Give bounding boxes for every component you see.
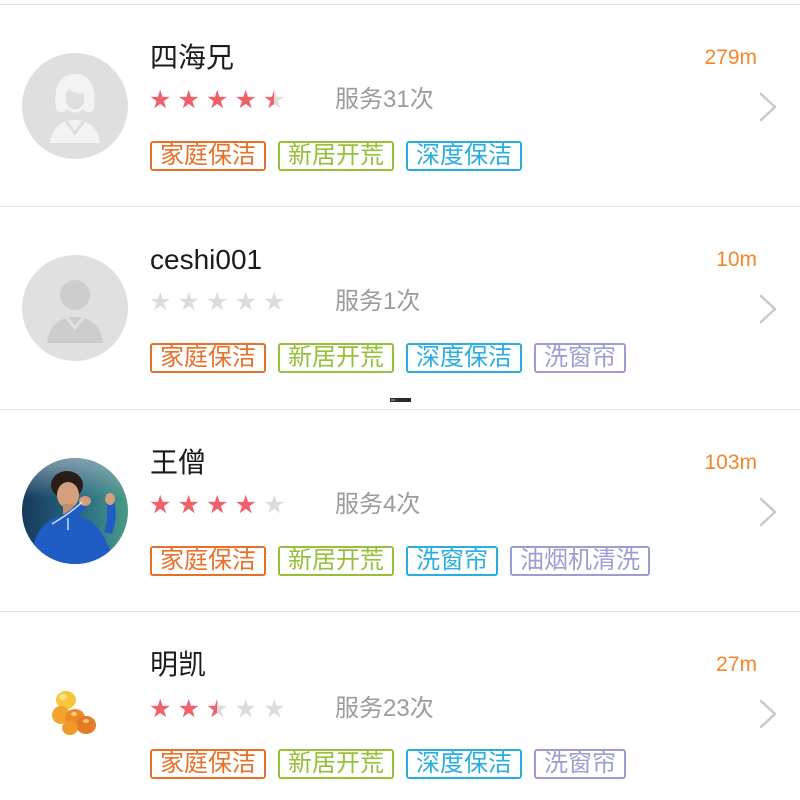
star-icon: ★★ bbox=[234, 287, 257, 316]
service-tag: 新居开荒 bbox=[278, 141, 394, 171]
service-tags: 家庭保洁 新居开荒 深度保洁 洗窗帘 bbox=[150, 343, 638, 373]
service-tag: 家庭保洁 bbox=[150, 343, 266, 373]
service-count: 服务31次 bbox=[335, 86, 434, 113]
service-tag: 新居开荒 bbox=[278, 749, 394, 779]
worker-name: 四海兄 bbox=[150, 42, 235, 73]
worker-list-item[interactable]: 明凯 27m ★★★★★★★★★★ 服务23次 家庭保洁新居开荒深度保洁洗窗帘 bbox=[0, 611, 800, 800]
star-icon: ★★ bbox=[149, 85, 172, 114]
star-icon: ★★ bbox=[263, 287, 286, 316]
distance-label: 27m bbox=[716, 653, 757, 676]
star-icon: ★★ bbox=[149, 694, 172, 723]
star-icon: ★★ bbox=[177, 287, 200, 316]
star-icon: ★★ bbox=[177, 694, 200, 723]
distance-label: 279m bbox=[704, 46, 757, 69]
service-tag: 洗窗帘 bbox=[534, 749, 626, 779]
star-icon: ★★ bbox=[234, 694, 257, 723]
service-tags: 家庭保洁 新居开荒 深度保洁 洗窗帘 bbox=[150, 749, 638, 779]
chevron-right-icon bbox=[759, 294, 777, 324]
chevron-right-icon bbox=[759, 92, 777, 122]
service-tag: 洗窗帘 bbox=[534, 343, 626, 373]
star-rating: ★★★★★★★★★★ bbox=[149, 86, 292, 114]
distance-label: 10m bbox=[716, 248, 757, 271]
service-tag: 深度保洁 bbox=[406, 141, 522, 171]
service-tags: 家庭保洁 新居开荒 洗窗帘 油烟机清洗 bbox=[150, 546, 662, 576]
star-icon: ★★ bbox=[206, 694, 229, 723]
star-icon: ★★ bbox=[234, 490, 257, 519]
star-icon: ★★ bbox=[206, 85, 229, 114]
user-photo-avatar bbox=[22, 458, 128, 564]
chevron-right-icon bbox=[759, 497, 777, 527]
star-icon: ★★ bbox=[263, 85, 286, 114]
distance-label: 103m bbox=[704, 451, 757, 474]
star-icon: ★★ bbox=[206, 490, 229, 519]
star-icon: ★★ bbox=[177, 85, 200, 114]
worker-list: 四海兄 279m ★★★★★★★★★★ 服务31次 家庭保洁新居开荒深度保洁 c… bbox=[0, 0, 800, 800]
small-indicator bbox=[390, 398, 411, 402]
star-icon: ★★ bbox=[234, 85, 257, 114]
service-count: 服务1次 bbox=[335, 288, 421, 315]
star-rating: ★★★★★★★★★★ bbox=[149, 288, 292, 316]
person-avatar-placeholder-icon bbox=[22, 255, 128, 361]
star-icon: ★★ bbox=[149, 287, 172, 316]
star-icon: ★★ bbox=[206, 287, 229, 316]
worker-list-item[interactable]: ceshi001 10m ★★★★★★★★★★ 服务1次 家庭保洁新居开荒深度保… bbox=[0, 206, 800, 409]
service-tag: 家庭保洁 bbox=[150, 749, 266, 779]
service-count: 服务4次 bbox=[335, 491, 421, 518]
worker-name: 王僧 bbox=[150, 447, 207, 478]
service-tags: 家庭保洁 新居开荒 深度保洁 bbox=[150, 141, 534, 171]
chevron-right-icon bbox=[759, 699, 777, 729]
service-count: 服务23次 bbox=[335, 695, 434, 722]
star-rating: ★★★★★★★★★★ bbox=[149, 491, 292, 519]
service-tag: 家庭保洁 bbox=[150, 141, 266, 171]
service-tag: 洗窗帘 bbox=[406, 546, 498, 576]
service-tag: 深度保洁 bbox=[406, 343, 522, 373]
worker-list-item[interactable]: 王僧 103m ★★★★★★★★★★ 服务4次 家庭保洁新居开荒洗窗帘油烟机清洗 bbox=[0, 409, 800, 611]
star-icon: ★★ bbox=[263, 490, 286, 519]
food-photo-avatar bbox=[50, 688, 98, 738]
female-avatar-placeholder-icon bbox=[22, 53, 128, 159]
service-tag: 新居开荒 bbox=[278, 546, 394, 576]
service-tag: 家庭保洁 bbox=[150, 546, 266, 576]
service-tag: 新居开荒 bbox=[278, 343, 394, 373]
worker-list-item[interactable]: 四海兄 279m ★★★★★★★★★★ 服务31次 家庭保洁新居开荒深度保洁 bbox=[0, 4, 800, 206]
star-icon: ★★ bbox=[177, 490, 200, 519]
star-rating: ★★★★★★★★★★ bbox=[149, 695, 292, 723]
star-icon: ★★ bbox=[263, 694, 286, 723]
worker-name: 明凯 bbox=[150, 649, 207, 680]
star-icon: ★★ bbox=[149, 490, 172, 519]
service-tag: 深度保洁 bbox=[406, 749, 522, 779]
worker-name: ceshi001 bbox=[150, 244, 263, 275]
service-tag: 油烟机清洗 bbox=[510, 546, 650, 576]
